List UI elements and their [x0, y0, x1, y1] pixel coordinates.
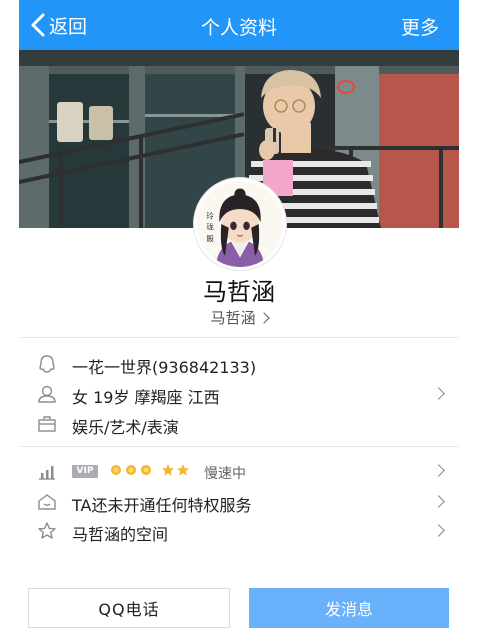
qq-number-row[interactable]: 一花一世界(936842133)	[19, 350, 459, 378]
basic-info-text: 女 19岁 摩羯座 江西	[72, 388, 220, 407]
occupation-text: 娱乐/艺术/表演	[72, 418, 179, 437]
more-button[interactable]: 更多	[401, 13, 439, 40]
profile-screen: 返回 个人资料 更多 玲 珑 骰 马哲涵 马哲涵 一花一世界(936842133…	[19, 0, 459, 638]
privilege-house-icon	[38, 494, 56, 510]
profile-remark[interactable]: 马哲涵	[19, 307, 459, 328]
privilege-row[interactable]: TA还未开通任何特权服务	[19, 488, 459, 516]
user-icon	[38, 385, 56, 403]
chevron-right-icon	[432, 387, 445, 400]
svg-text:骰: 骰	[206, 234, 214, 243]
star-icon	[162, 464, 174, 476]
occupation-row[interactable]: 娱乐/艺术/表演	[19, 410, 459, 438]
divider	[19, 337, 459, 338]
vip-badge: VIP	[72, 465, 98, 478]
avatar-image: 玲 珑 骰	[197, 181, 283, 267]
crown-icon	[141, 465, 151, 475]
chevron-right-icon	[432, 464, 445, 477]
bottom-bar: QQ电话 发消息	[19, 588, 459, 628]
qq-penguin-icon	[39, 355, 55, 373]
send-message-button[interactable]: 发消息	[249, 588, 449, 628]
privilege-text: TA还未开通任何特权服务	[72, 496, 252, 515]
crown-icon	[111, 465, 121, 475]
star-outline-icon	[38, 522, 56, 539]
level-bars-icon	[39, 466, 55, 480]
star-icon	[177, 464, 189, 476]
avatar[interactable]: 玲 珑 骰	[194, 178, 286, 270]
qq-number-text: 一花一世界(936842133)	[72, 358, 257, 377]
chevron-right-icon	[432, 524, 445, 537]
level-row[interactable]: VIP 慢速中	[19, 457, 459, 485]
space-row[interactable]: 马哲涵的空间	[19, 517, 459, 545]
svg-text:玲: 玲	[206, 210, 214, 220]
nav-bar: 返回 个人资料 更多	[19, 0, 459, 50]
crown-icon	[126, 465, 136, 475]
page-title: 个人资料	[200, 17, 277, 39]
speed-status: 慢速中	[204, 466, 246, 482]
chevron-right-icon	[257, 312, 270, 324]
space-text: 马哲涵的空间	[72, 525, 169, 544]
left-margin	[0, 0, 19, 638]
chevron-right-icon	[432, 495, 445, 508]
basic-info-row[interactable]: 女 19岁 摩羯座 江西	[19, 380, 459, 408]
qq-call-button[interactable]: QQ电话	[28, 588, 230, 628]
level-crowns	[109, 463, 190, 477]
divider	[19, 446, 459, 447]
right-margin	[459, 0, 483, 638]
svg-text:珑: 珑	[206, 222, 214, 232]
profile-name: 马哲涵	[203, 278, 275, 306]
briefcase-icon	[38, 416, 56, 432]
remark-text: 马哲涵	[210, 309, 256, 327]
